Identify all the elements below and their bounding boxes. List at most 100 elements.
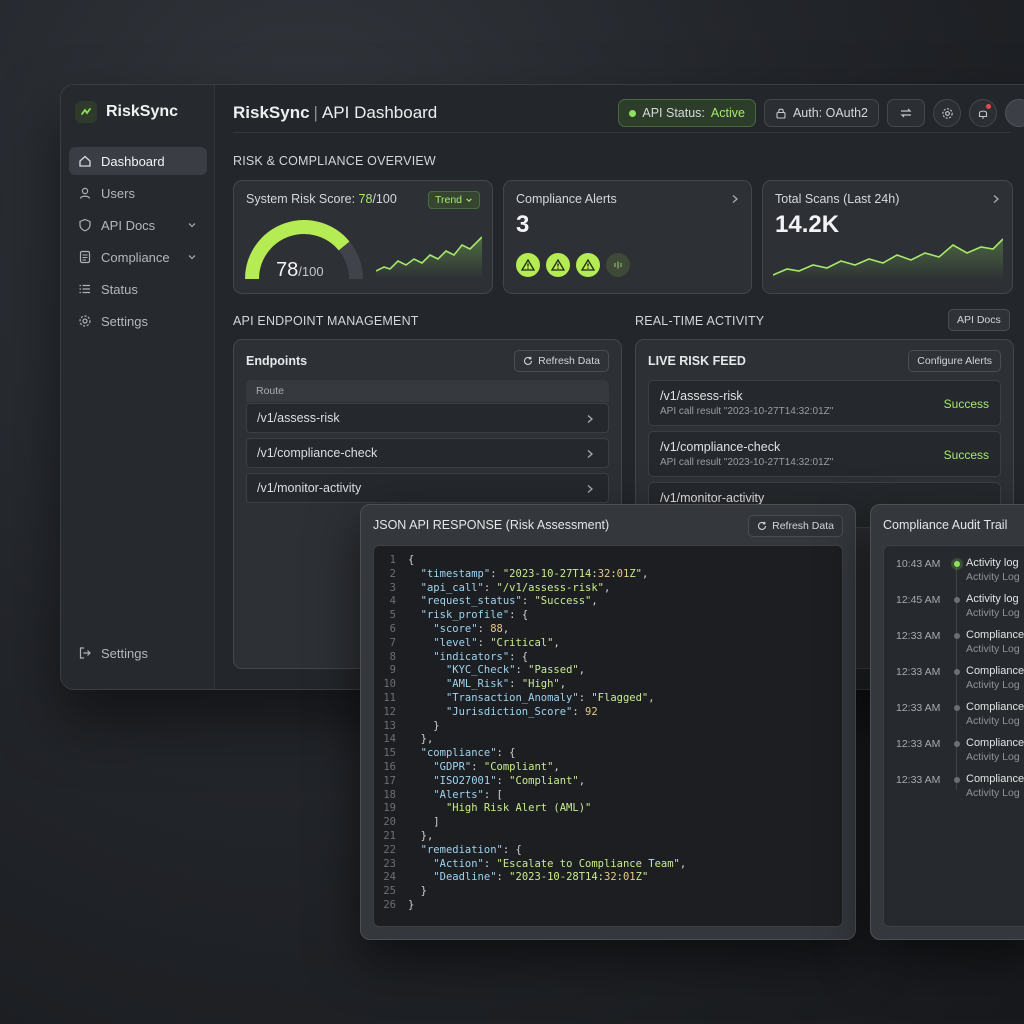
refresh-data-button[interactable]: Refresh Data <box>514 350 609 372</box>
warning-icon[interactable] <box>516 253 540 277</box>
route-path: /v1/assess-risk <box>257 411 340 425</box>
endpoints-section-title: API ENDPOINT MANAGEMENT <box>233 314 419 328</box>
sidebar-item-api-docs[interactable]: API Docs <box>69 211 207 239</box>
code-line: 25 } <box>383 885 427 898</box>
activity-icon[interactable] <box>606 253 630 277</box>
audit-title-text: Compliance <box>966 773 1024 785</box>
audit-time: 10:43 AM <box>896 558 941 570</box>
sidebar-item-label: Compliance <box>101 249 170 265</box>
header: RiskSync | API Dashboard API Status: Activ… <box>233 99 1024 133</box>
timeline-dot <box>954 741 960 747</box>
compliance-alerts-card[interactable]: Compliance Alerts 3 <box>503 180 752 294</box>
shield-icon <box>79 218 91 232</box>
timeline-line <box>956 560 957 790</box>
chevron-down-icon[interactable] <box>187 252 197 262</box>
status-badge: Success <box>943 397 989 411</box>
sidebar-item-settings-bottom[interactable]: Settings <box>69 639 207 667</box>
scans-label: Total Scans (Last 24h) <box>775 192 900 206</box>
code-line: 19 "High Risk Alert (AML)" <box>383 802 592 815</box>
code-line: 17 "ISO27001": "Compliant", <box>383 774 586 787</box>
warning-icon[interactable] <box>546 253 570 277</box>
gauge-max: /100 <box>298 264 324 279</box>
status-dot-icon <box>629 109 637 117</box>
api-status-badge[interactable]: API Status: Active <box>618 99 756 127</box>
sidebar-item-dashboard[interactable]: Dashboard <box>69 147 207 175</box>
sidebar-item-settings[interactable]: Settings <box>69 307 207 335</box>
audit-title-text: Compliance <box>966 665 1024 677</box>
configure-alerts-button[interactable]: Configure Alerts <box>908 350 1001 372</box>
audit-subtext: Activity Log <box>966 751 1020 763</box>
api-status-label: API Status: <box>642 106 705 120</box>
route-row[interactable]: /v1/assess-risk <box>246 403 609 433</box>
sync-button[interactable] <box>887 99 925 127</box>
audit-time: 12:33 AM <box>896 666 941 678</box>
json-code-viewer[interactable]: 1{2 "timestamp": "2023-10-27T14:32:01Z",… <box>373 545 843 927</box>
audit-time: 12:45 AM <box>896 594 941 606</box>
notifications-button[interactable] <box>969 99 997 127</box>
code-line: 21 }, <box>383 829 434 842</box>
home-icon <box>79 155 91 167</box>
chevron-right-icon <box>587 450 593 458</box>
brand[interactable]: RiskSync <box>75 101 178 123</box>
audit-subtext: Activity Log <box>966 643 1020 655</box>
sidebar-item-label: Settings <box>101 313 148 329</box>
json-refresh-button[interactable]: Refresh Data <box>748 515 843 537</box>
route-row[interactable]: /v1/compliance-check <box>246 438 609 468</box>
code-line: 3 "api_call": "/v1/assess-risk", <box>389 581 611 594</box>
code-line: 4 "request_status": "Success", <box>389 595 598 608</box>
api-docs-button[interactable]: API Docs <box>948 309 1010 331</box>
timeline-dot <box>954 633 960 639</box>
total-scans-card[interactable]: Total Scans (Last 24h) 14.2K <box>762 180 1013 294</box>
audit-title-text: Activity log <box>966 557 1019 569</box>
notification-dot <box>986 104 991 109</box>
chevron-down-icon <box>466 198 472 202</box>
sidebar-item-compliance[interactable]: Compliance <box>69 243 207 271</box>
chevron-right-icon[interactable] <box>992 194 1000 204</box>
page-title-app: RiskSync <box>233 103 310 122</box>
header-actions: API Status: Active Auth: OAuth2 <box>618 99 1024 127</box>
code-line: 8 "indicators": { <box>389 650 529 663</box>
list-icon <box>79 284 90 294</box>
warning-icon[interactable] <box>576 253 600 277</box>
feed-subtext: API call result "2023-10-27T14:32:01Z" <box>660 406 834 417</box>
audit-time: 12:33 AM <box>896 738 941 750</box>
json-panel-title: JSON API RESPONSE (Risk Assessment) <box>373 518 610 532</box>
refresh-label: Refresh Data <box>538 355 600 367</box>
sidebar-footer: Settings <box>69 639 207 671</box>
scans-sparkline <box>773 238 1003 281</box>
feed-item[interactable]: /v1/compliance-check API call result "20… <box>648 431 1001 477</box>
code-line: 13 } <box>383 719 440 732</box>
sidebar-item-label: Users <box>101 185 135 201</box>
audit-subtext: Activity Log <box>966 571 1020 583</box>
alert-badges <box>516 253 630 277</box>
risk-score-card[interactable]: System Risk Score: 78/100 Trend 78/100 <box>233 180 493 294</box>
sidebar-item-label: Status <box>101 281 138 297</box>
sidebar-item-users[interactable]: Users <box>69 179 207 207</box>
code-line: 6 "score": 88, <box>389 622 510 635</box>
auth-badge[interactable]: Auth: OAuth2 <box>763 99 879 127</box>
risk-score-prefix: System Risk Score: <box>246 192 356 206</box>
gauge-value: 78/100 <box>276 259 324 282</box>
code-line: 11 "Transaction_Anomaly": "Flagged", <box>383 691 655 704</box>
sidebar-item-status[interactable]: Status <box>69 275 207 303</box>
chevron-right-icon[interactable] <box>731 194 739 204</box>
page-title-separator: | <box>313 103 318 122</box>
timeline-dot <box>954 561 960 567</box>
feed-item[interactable]: /v1/assess-risk API call result "2023-10… <box>648 380 1001 426</box>
lock-icon <box>776 108 786 119</box>
audit-subtext: Activity Log <box>966 787 1020 799</box>
code-line: 2 "timestamp": "2023-10-27T14:32:01Z", <box>389 567 649 580</box>
refresh-icon <box>758 521 767 530</box>
chevron-down-icon[interactable] <box>187 220 197 230</box>
audit-title-text: Compliance <box>966 701 1024 713</box>
timeline-dot <box>954 705 960 711</box>
code-line: 10 "AML_Risk": "High", <box>383 678 567 691</box>
code-line: 24 "Deadline": "2023-10-28T14:32:01Z" <box>383 871 649 884</box>
avatar[interactable] <box>1005 99 1024 127</box>
risk-score-max: /100 <box>372 192 397 206</box>
sidebar-item-label: API Docs <box>101 217 156 233</box>
route-row[interactable]: /v1/monitor-activity <box>246 473 609 503</box>
settings-button[interactable] <box>933 99 961 127</box>
trend-dropdown[interactable]: Trend <box>427 191 480 209</box>
feed-route: /v1/assess-risk <box>660 389 743 403</box>
